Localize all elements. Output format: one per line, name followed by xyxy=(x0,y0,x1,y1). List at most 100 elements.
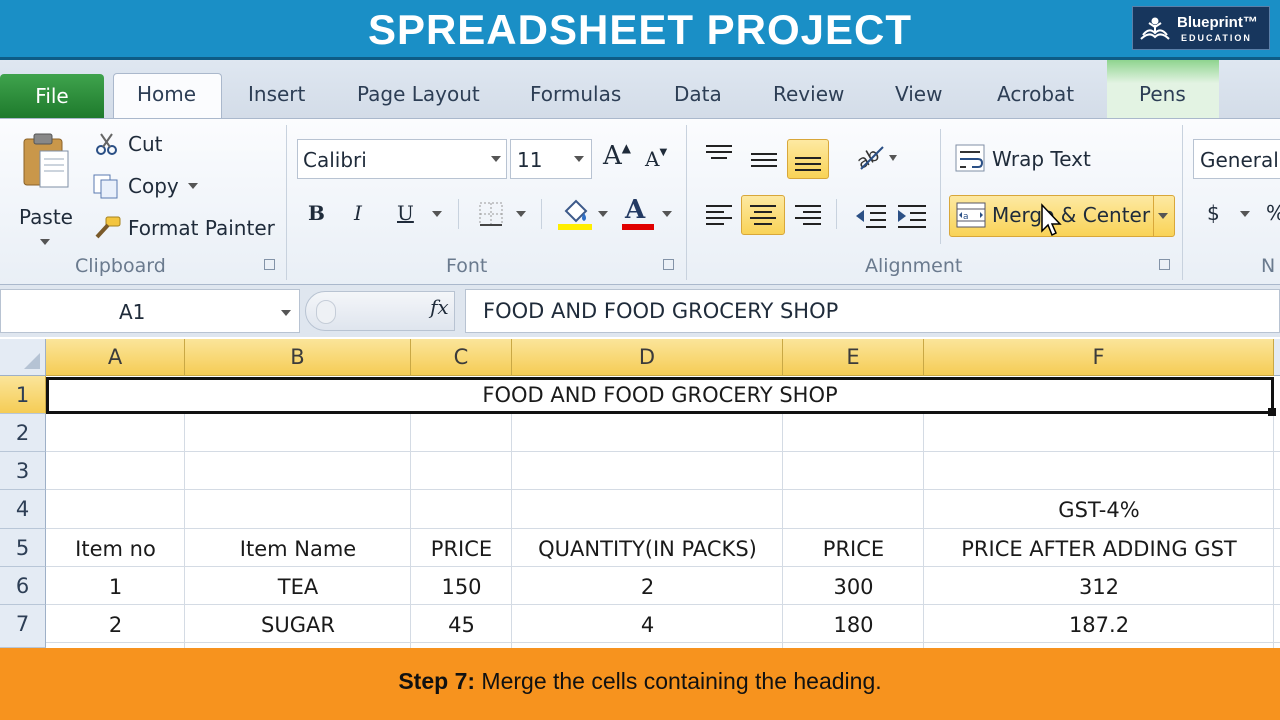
tab-file[interactable]: File xyxy=(0,74,104,118)
row-header-3[interactable]: 3 xyxy=(0,452,46,490)
number-format-combo[interactable]: General xyxy=(1193,139,1280,179)
italic-button[interactable]: I xyxy=(354,201,362,225)
paste-dropdown-icon[interactable] xyxy=(40,239,50,245)
tab-page-layout[interactable]: Page Layout xyxy=(357,82,480,106)
copy-button[interactable]: Copy xyxy=(128,174,179,198)
tab-review[interactable]: Review xyxy=(773,82,844,106)
group-separator xyxy=(686,125,687,280)
grow-font-icon[interactable]: A▲ xyxy=(603,141,631,171)
column-header-d[interactable]: D xyxy=(512,339,783,376)
cut-button[interactable]: Cut xyxy=(128,132,162,156)
font-color-letter: A xyxy=(625,195,646,225)
header-cell-quantity: QUANTITY(IN PACKS) xyxy=(538,537,757,561)
name-box-dropdown-icon[interactable] xyxy=(281,310,291,316)
table-cell: 150 xyxy=(441,575,482,599)
clipboard-group-label: Clipboard xyxy=(75,255,166,277)
tab-view[interactable]: View xyxy=(895,82,942,106)
gridline xyxy=(46,489,1280,490)
column-header-g[interactable] xyxy=(1274,339,1280,376)
table-cell: 2 xyxy=(108,613,123,637)
fill-handle[interactable] xyxy=(1268,408,1276,416)
align-middle-icon[interactable] xyxy=(751,153,777,171)
column-header-c[interactable]: C xyxy=(411,339,512,376)
row-header-4[interactable]: 4 xyxy=(0,490,46,529)
header-cell-price-after-gst: PRICE AFTER ADDING GST xyxy=(961,537,1237,561)
tab-home[interactable]: Home xyxy=(137,82,196,106)
tab-formulas[interactable]: Formulas xyxy=(530,82,621,106)
worksheet-grid[interactable]: A B C D E F 1 2 3 4 5 6 7 FOOD AND FOOD … xyxy=(0,337,1280,648)
book-figure-icon xyxy=(1140,17,1170,40)
align-bottom-icon xyxy=(795,157,821,175)
borders-icon[interactable] xyxy=(478,201,504,227)
formula-input[interactable]: FOOD AND FOOD GROCERY SHOP xyxy=(465,289,1280,333)
select-all-corner[interactable] xyxy=(0,339,46,376)
blueprint-logo: Blueprint™ EDUCATION xyxy=(1132,6,1270,50)
header-cell-item-no: Item no xyxy=(75,537,156,561)
copy-dropdown-icon[interactable] xyxy=(188,183,198,189)
font-color-swatch xyxy=(622,224,654,230)
font-color-dropdown-icon[interactable] xyxy=(662,211,672,217)
gridline xyxy=(46,528,1280,529)
column-header-a[interactable]: A xyxy=(46,339,185,376)
font-name-combo[interactable]: Calibri xyxy=(297,139,507,179)
font-inner-separator xyxy=(458,199,459,229)
column-header-f[interactable]: F xyxy=(924,339,1274,376)
merge-center-icon: a xyxy=(956,202,986,228)
table-cell: 4 xyxy=(640,613,655,637)
table-cell: 2 xyxy=(640,575,655,599)
merge-center-dropdown-icon[interactable] xyxy=(1158,213,1168,219)
font-name-dropdown-icon[interactable] xyxy=(491,156,501,162)
font-color-button[interactable]: A xyxy=(622,195,654,231)
align-right-icon[interactable] xyxy=(795,205,821,229)
font-size-combo[interactable]: 11 xyxy=(510,139,592,179)
underline-button[interactable]: U xyxy=(397,201,414,225)
tab-insert[interactable]: Insert xyxy=(248,82,305,106)
name-box[interactable]: A1 xyxy=(0,289,300,333)
align-top-icon[interactable] xyxy=(706,145,732,163)
row-header-2[interactable]: 2 xyxy=(0,414,46,452)
column-header-b[interactable]: B xyxy=(185,339,411,376)
clipboard-icon xyxy=(23,133,69,188)
row-header-1[interactable]: 1 xyxy=(0,376,46,414)
svg-text:a: a xyxy=(963,212,969,222)
formula-bar: A1 fx FOOD AND FOOD GROCERY SHOP xyxy=(0,285,1280,337)
align-left-icon[interactable] xyxy=(706,205,732,229)
font-size-dropdown-icon[interactable] xyxy=(574,156,584,162)
table-cell: 187.2 xyxy=(1068,613,1130,637)
column-header-e[interactable]: E xyxy=(783,339,924,376)
shrink-font-icon[interactable]: A▼ xyxy=(645,147,667,171)
alignment-launcher-icon[interactable] xyxy=(1159,259,1170,270)
font-launcher-icon[interactable] xyxy=(663,259,674,270)
borders-dropdown-icon[interactable] xyxy=(516,211,526,217)
percent-format-button[interactable]: % xyxy=(1266,201,1280,225)
row-header-6[interactable]: 6 xyxy=(0,567,46,605)
insert-function-button[interactable]: fx xyxy=(430,295,449,319)
currency-format-button[interactable]: $ xyxy=(1207,201,1220,225)
tab-data[interactable]: Data xyxy=(674,82,722,106)
scissors-icon xyxy=(96,133,117,155)
tab-pens[interactable]: Pens xyxy=(1139,82,1186,106)
paste-button[interactable]: Paste xyxy=(14,127,78,247)
sheet-title-cell: FOOD AND FOOD GROCERY SHOP xyxy=(482,383,838,407)
row-header-5[interactable]: 5 xyxy=(0,529,46,567)
wrap-text-button[interactable]: Wrap Text xyxy=(992,147,1091,171)
bold-button[interactable]: B xyxy=(308,201,325,225)
group-separator xyxy=(1182,125,1183,280)
ribbon-tabs: File Home Insert Page Layout Formulas Da… xyxy=(0,60,1280,120)
underline-dropdown-icon[interactable] xyxy=(432,211,442,217)
clipboard-launcher-icon[interactable] xyxy=(264,259,275,270)
decrease-indent-icon[interactable] xyxy=(854,203,888,231)
table-cell: 1 xyxy=(108,575,123,599)
merge-split-divider xyxy=(1153,196,1154,236)
alignment-group-label: Alignment xyxy=(865,255,963,277)
orientation-icon[interactable]: ab xyxy=(855,143,899,173)
step-instruction: Merge the cells containing the heading. xyxy=(475,668,882,694)
row-header-7[interactable]: 7 xyxy=(0,605,46,648)
currency-dropdown-icon[interactable] xyxy=(1240,211,1250,217)
format-painter-button[interactable]: Format Painter xyxy=(128,216,275,240)
logo-subtitle: EDUCATION xyxy=(1181,33,1252,43)
fill-color-icon[interactable] xyxy=(558,197,592,231)
tab-acrobat[interactable]: Acrobat xyxy=(997,82,1074,106)
fill-color-dropdown-icon[interactable] xyxy=(598,211,608,217)
increase-indent-icon[interactable] xyxy=(896,203,930,231)
